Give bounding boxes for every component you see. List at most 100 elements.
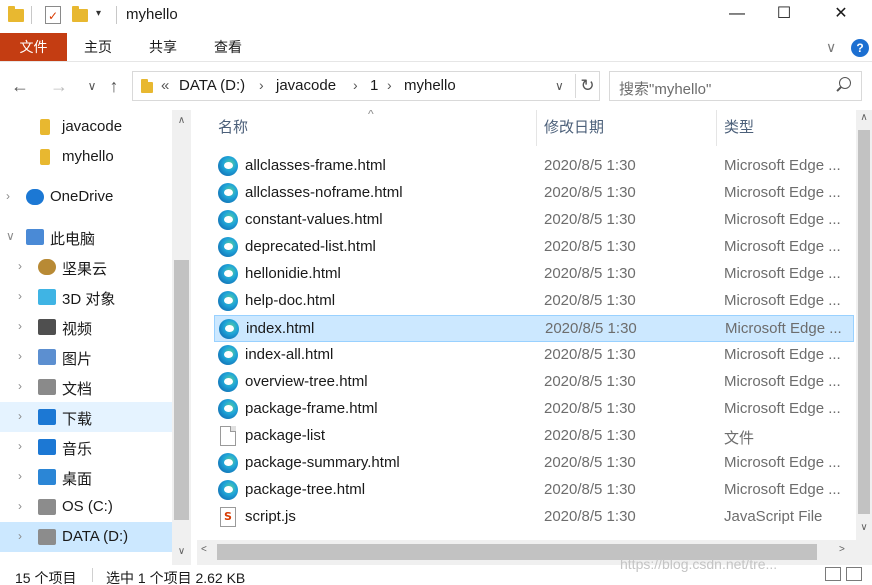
column-divider[interactable] <box>716 110 717 146</box>
status-divider <box>92 568 93 582</box>
sidebar-item-label: OS (C:) <box>62 498 113 515</box>
tab-home[interactable]: 主页 <box>84 33 112 61</box>
scroll-down-icon[interactable]: ∨ <box>856 522 872 533</box>
close-button[interactable]: ✕ <box>818 0 864 30</box>
refresh-button[interactable]: ↻ <box>575 74 599 98</box>
expand-right-icon[interactable]: › <box>18 319 22 333</box>
file-name: package-tree.html <box>245 481 366 498</box>
address-dropdown-icon[interactable]: ∨ <box>555 79 564 93</box>
expand-right-icon[interactable]: › <box>18 409 22 423</box>
file-row[interactable]: package-summary.html 2020/8/5 1:30 Microso… <box>214 450 854 477</box>
toolbar-divider <box>31 6 32 24</box>
scroll-up-icon[interactable]: ∧ <box>856 112 872 123</box>
file-row[interactable]: package-tree.html 2020/8/5 1:30 Microsoft … <box>214 477 854 504</box>
navigation-scrollbar[interactable]: ∧ ∨ <box>172 110 191 565</box>
up-button[interactable]: ↑ <box>102 74 126 98</box>
sidebar-item[interactable]: ∨ 此电脑 <box>0 222 172 252</box>
file-row[interactable]: index.html 2020/8/5 1:30 Microsoft Edge ..… <box>214 315 854 342</box>
folder-icon <box>40 119 50 135</box>
back-button[interactable]: ← <box>8 74 32 98</box>
sidebar-item[interactable]: › 音乐 <box>0 432 172 462</box>
scroll-thumb[interactable] <box>174 260 189 520</box>
maximize-button[interactable]: ☐ <box>761 0 807 30</box>
sidebar-item-label: 图片 <box>62 351 93 368</box>
details-view-icon[interactable] <box>825 567 841 581</box>
expand-right-icon[interactable]: › <box>6 189 10 203</box>
sidebar-item[interactable]: myhello <box>0 142 172 172</box>
quick-access-dropdown-icon[interactable]: ▾ <box>96 8 101 26</box>
search-input[interactable]: 搜索"myhello" <box>619 78 711 99</box>
file-row[interactable]: package-list 2020/8/5 1:30 文件 <box>214 423 854 450</box>
sidebar-item[interactable]: › OneDrive <box>0 182 172 212</box>
tab-file[interactable]: 文件 <box>0 33 67 61</box>
expand-right-icon[interactable]: › <box>18 259 22 273</box>
edge-icon <box>218 210 238 230</box>
properties-icon[interactable]: ✓ <box>45 6 61 24</box>
file-row[interactable]: constant-values.html 2020/8/5 1:30 Microso… <box>214 207 854 234</box>
file-type: Microsoft Edge ... <box>724 238 841 255</box>
breadcrumb-javacode[interactable]: javacode <box>276 77 336 94</box>
new-folder-icon[interactable] <box>72 6 88 24</box>
breadcrumb-1[interactable]: 1 <box>370 77 378 94</box>
minimize-button[interactable]: — <box>714 0 760 30</box>
expand-right-icon[interactable]: › <box>18 499 22 513</box>
file-row[interactable]: package-frame.html 2020/8/5 1:30 Microsoft… <box>214 396 854 423</box>
file-date: 2020/8/5 1:30 <box>544 211 636 228</box>
sidebar-item[interactable]: › 桌面 <box>0 462 172 492</box>
expand-right-icon[interactable]: › <box>18 349 22 363</box>
sidebar-item[interactable]: › 视频 <box>0 312 172 342</box>
column-header-date[interactable]: 修改日期 <box>544 110 604 146</box>
forward-button[interactable]: → <box>47 74 71 98</box>
expand-down-icon[interactable]: ∨ <box>6 229 15 243</box>
tab-share[interactable]: 共享 <box>149 33 177 61</box>
scroll-up-icon[interactable]: ∧ <box>172 112 191 130</box>
file-row[interactable]: allclasses-noframe.html 2020/8/5 1:30 Micr… <box>214 180 854 207</box>
sidebar-item[interactable]: › 坚果云 <box>0 252 172 282</box>
address-bar[interactable]: « DATA (D:) › javacode › 1 › myhello ∨ ↻ <box>132 71 600 101</box>
sidebar-item[interactable]: javacode <box>0 112 172 142</box>
file-row[interactable]: hellonidie.html 2020/8/5 1:30 Microsoft Ed… <box>214 261 854 288</box>
file-row[interactable]: allclasses-frame.html 2020/8/5 1:30 Micros… <box>214 153 854 180</box>
breadcrumb-separator[interactable]: › <box>353 77 358 93</box>
scroll-left-icon[interactable]: < <box>201 544 207 555</box>
sidebar-item[interactable]: › 3D 对象 <box>0 282 172 312</box>
ribbon-expand-icon[interactable]: ∨ <box>826 39 836 56</box>
file-row[interactable]: deprecated-list.html 2020/8/5 1:30 Microso… <box>214 234 854 261</box>
recent-locations-button[interactable]: ∨ <box>80 74 104 98</box>
breadcrumb-separator[interactable]: › <box>259 77 264 93</box>
column-divider[interactable] <box>536 110 537 146</box>
scroll-thumb[interactable] <box>858 130 870 514</box>
file-row[interactable]: overview-tree.html 2020/8/5 1:30 Microsoft… <box>214 369 854 396</box>
column-header-name[interactable]: 名称 <box>218 110 248 146</box>
tab-view[interactable]: 查看 <box>214 33 242 61</box>
watermark: https://blog.csdn.net/tre... <box>620 556 778 572</box>
sidebar-item[interactable]: › 文档 <box>0 372 172 402</box>
address-overflow[interactable]: « <box>161 77 169 94</box>
sidebar-item[interactable]: › OS (C:) <box>0 492 172 522</box>
search-icon[interactable] <box>835 77 851 93</box>
breadcrumb-separator[interactable]: › <box>387 77 392 93</box>
file-row[interactable]: script.js 2020/8/5 1:30 JavaScript File <box>214 504 854 531</box>
expand-right-icon[interactable]: › <box>18 469 22 483</box>
sidebar-item[interactable]: › 下载 <box>0 402 172 432</box>
file-list-scrollbar[interactable]: ∧ ∨ <box>856 110 872 540</box>
sidebar-item[interactable]: › 图片 <box>0 342 172 372</box>
file-row[interactable]: help-doc.html 2020/8/5 1:30 Microsoft Edge… <box>214 288 854 315</box>
navigation-bar: ← → ∨ ↑ « DATA (D:) › javacode › 1 › myh… <box>0 62 872 110</box>
large-icons-view-icon[interactable] <box>846 567 862 581</box>
file-date: 2020/8/5 1:30 <box>544 238 636 255</box>
breadcrumb-myhello[interactable]: myhello <box>404 77 456 94</box>
breadcrumb-drive[interactable]: DATA (D:) <box>179 77 245 94</box>
help-button[interactable]: ? <box>851 39 869 57</box>
scroll-down-icon[interactable]: ∨ <box>172 543 191 561</box>
expand-right-icon[interactable]: › <box>18 379 22 393</box>
search-box[interactable]: 搜索"myhello" <box>609 71 862 101</box>
js-file-icon <box>220 507 236 527</box>
scroll-right-icon[interactable]: > <box>839 544 845 555</box>
file-row[interactable]: index-all.html 2020/8/5 1:30 Microsoft Edg… <box>214 342 854 369</box>
column-header-type[interactable]: 类型 <box>724 110 754 146</box>
expand-right-icon[interactable]: › <box>18 529 22 543</box>
sidebar-item[interactable]: › DATA (D:) <box>0 522 172 552</box>
expand-right-icon[interactable]: › <box>18 289 22 303</box>
expand-right-icon[interactable]: › <box>18 439 22 453</box>
